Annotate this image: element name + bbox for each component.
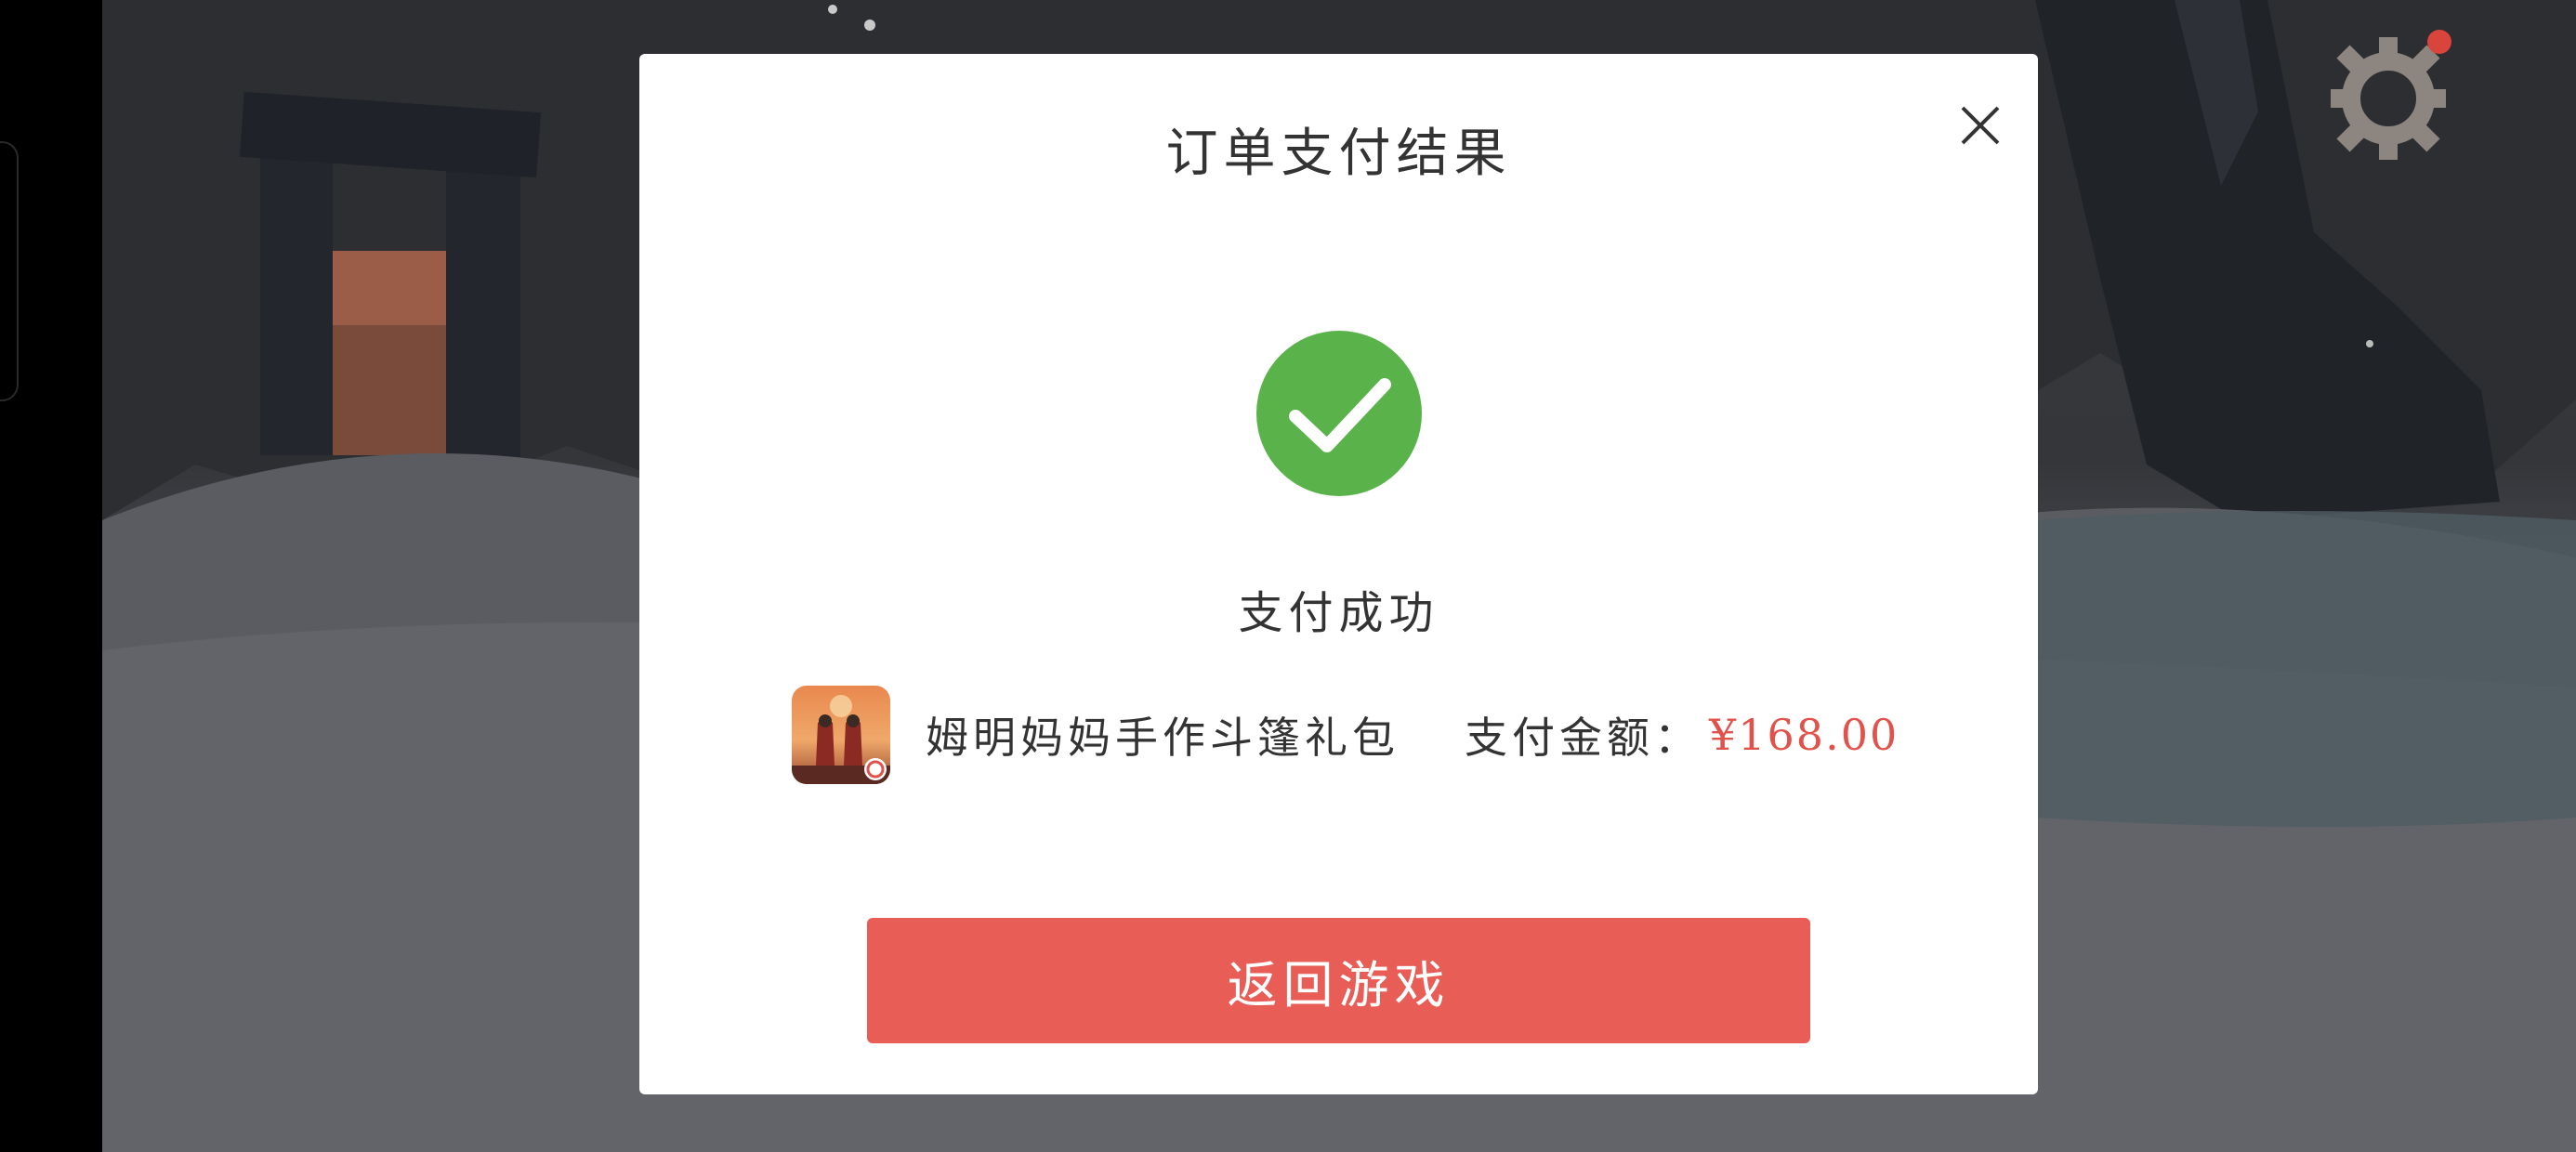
product-name: 姆明妈妈手作斗篷礼包 — [926, 713, 1400, 763]
order-summary-row: 姆明妈妈手作斗篷礼包 支付金额： ¥168.00 — [792, 684, 1899, 786]
close-icon[interactable] — [1948, 93, 2013, 158]
notification-dot — [2427, 30, 2451, 54]
payment-status-text: 支付成功 — [1238, 587, 1439, 639]
screen: 订单支付结果 支付成功 姆明妈妈手作斗篷礼包 支付金额： ¥168.00 返回游… — [0, 0, 2576, 1152]
payment-result-dialog: 订单支付结果 支付成功 姆明妈妈手作斗篷礼包 支付金额： ¥168.00 返回游… — [639, 54, 2038, 1094]
gear-icon[interactable] — [2331, 33, 2446, 164]
success-check-circle — [1256, 331, 1422, 496]
game-app-icon — [792, 686, 890, 784]
amount-value: ¥168.00 — [1709, 710, 1899, 760]
checkmark-icon — [1289, 378, 1391, 452]
return-to-game-button[interactable]: 返回游戏 — [867, 918, 1810, 1043]
dialog-title: 订单支付结果 — [1165, 124, 1512, 184]
bezel-edge — [0, 141, 19, 401]
close-button[interactable] — [1948, 93, 2013, 158]
amount-label: 支付金额： — [1465, 713, 1702, 763]
device-bezel — [0, 0, 102, 1152]
